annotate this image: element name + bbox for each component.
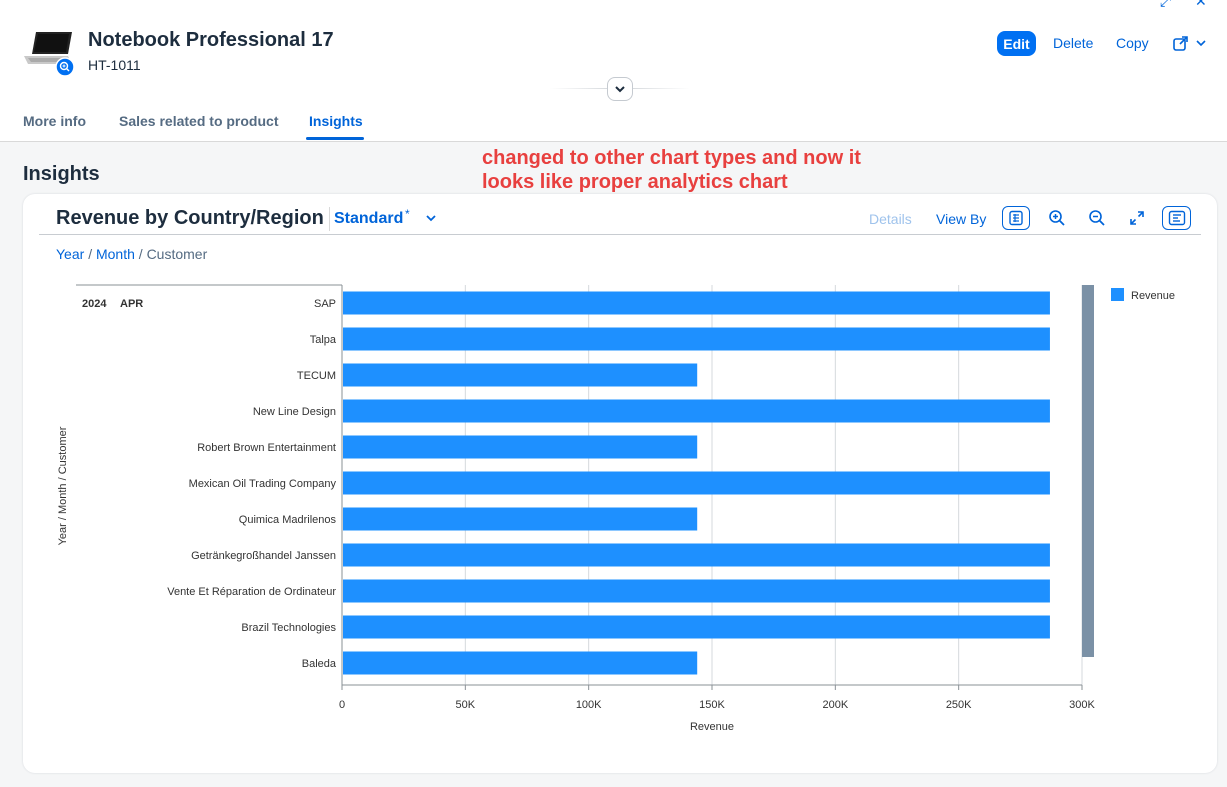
x-tick-label: 250K <box>946 699 972 711</box>
x-tick-label: 200K <box>822 699 848 711</box>
category-label: Baleda <box>302 658 337 670</box>
x-tick-label: 300K <box>1069 699 1095 711</box>
x-tick-label: 100K <box>576 699 602 711</box>
category-label: Brazil Technologies <box>241 622 336 634</box>
x-tick-label: 50K <box>456 699 476 711</box>
category-label: Talpa <box>310 334 337 346</box>
legend-label: Revenue <box>1131 290 1175 302</box>
annotation-note: changed to other chart types and now it … <box>482 147 861 193</box>
x-axis-title: Revenue <box>690 721 734 733</box>
bar <box>343 615 1050 639</box>
chart-scrollbar <box>1082 285 1094 657</box>
category-label: New Line Design <box>253 406 336 418</box>
category-label: Vente Et Réparation de Ordinateur <box>167 586 336 598</box>
bar <box>343 435 698 459</box>
year-group-label: 2024 <box>82 298 107 310</box>
x-tick-label: 0 <box>339 699 345 711</box>
category-label: Getränkegroßhandel Janssen <box>191 550 336 562</box>
category-label: SAP <box>314 298 336 310</box>
category-label: Mexican Oil Trading Company <box>189 478 337 490</box>
revenue-bar-chart: 0 50K 100K 150K 200K 250K 300K SAP Talpa TECUM New… <box>57 284 1175 733</box>
bar <box>343 651 698 675</box>
bar <box>343 543 1050 567</box>
category-label: Quimica Madrilenos <box>239 514 337 526</box>
y-axis-title: Year / Month / Customer <box>57 426 69 545</box>
bar <box>343 399 1050 423</box>
bar <box>343 291 1050 315</box>
bar <box>343 579 1050 603</box>
x-tick-label: 150K <box>699 699 725 711</box>
bar <box>343 471 1050 495</box>
category-label: Robert Brown Entertainment <box>197 442 336 454</box>
category-label: TECUM <box>297 370 336 382</box>
bar <box>343 363 698 387</box>
bar <box>343 327 1050 351</box>
bar <box>343 507 698 531</box>
month-group-label: APR <box>120 298 143 310</box>
legend-swatch <box>1111 288 1124 301</box>
